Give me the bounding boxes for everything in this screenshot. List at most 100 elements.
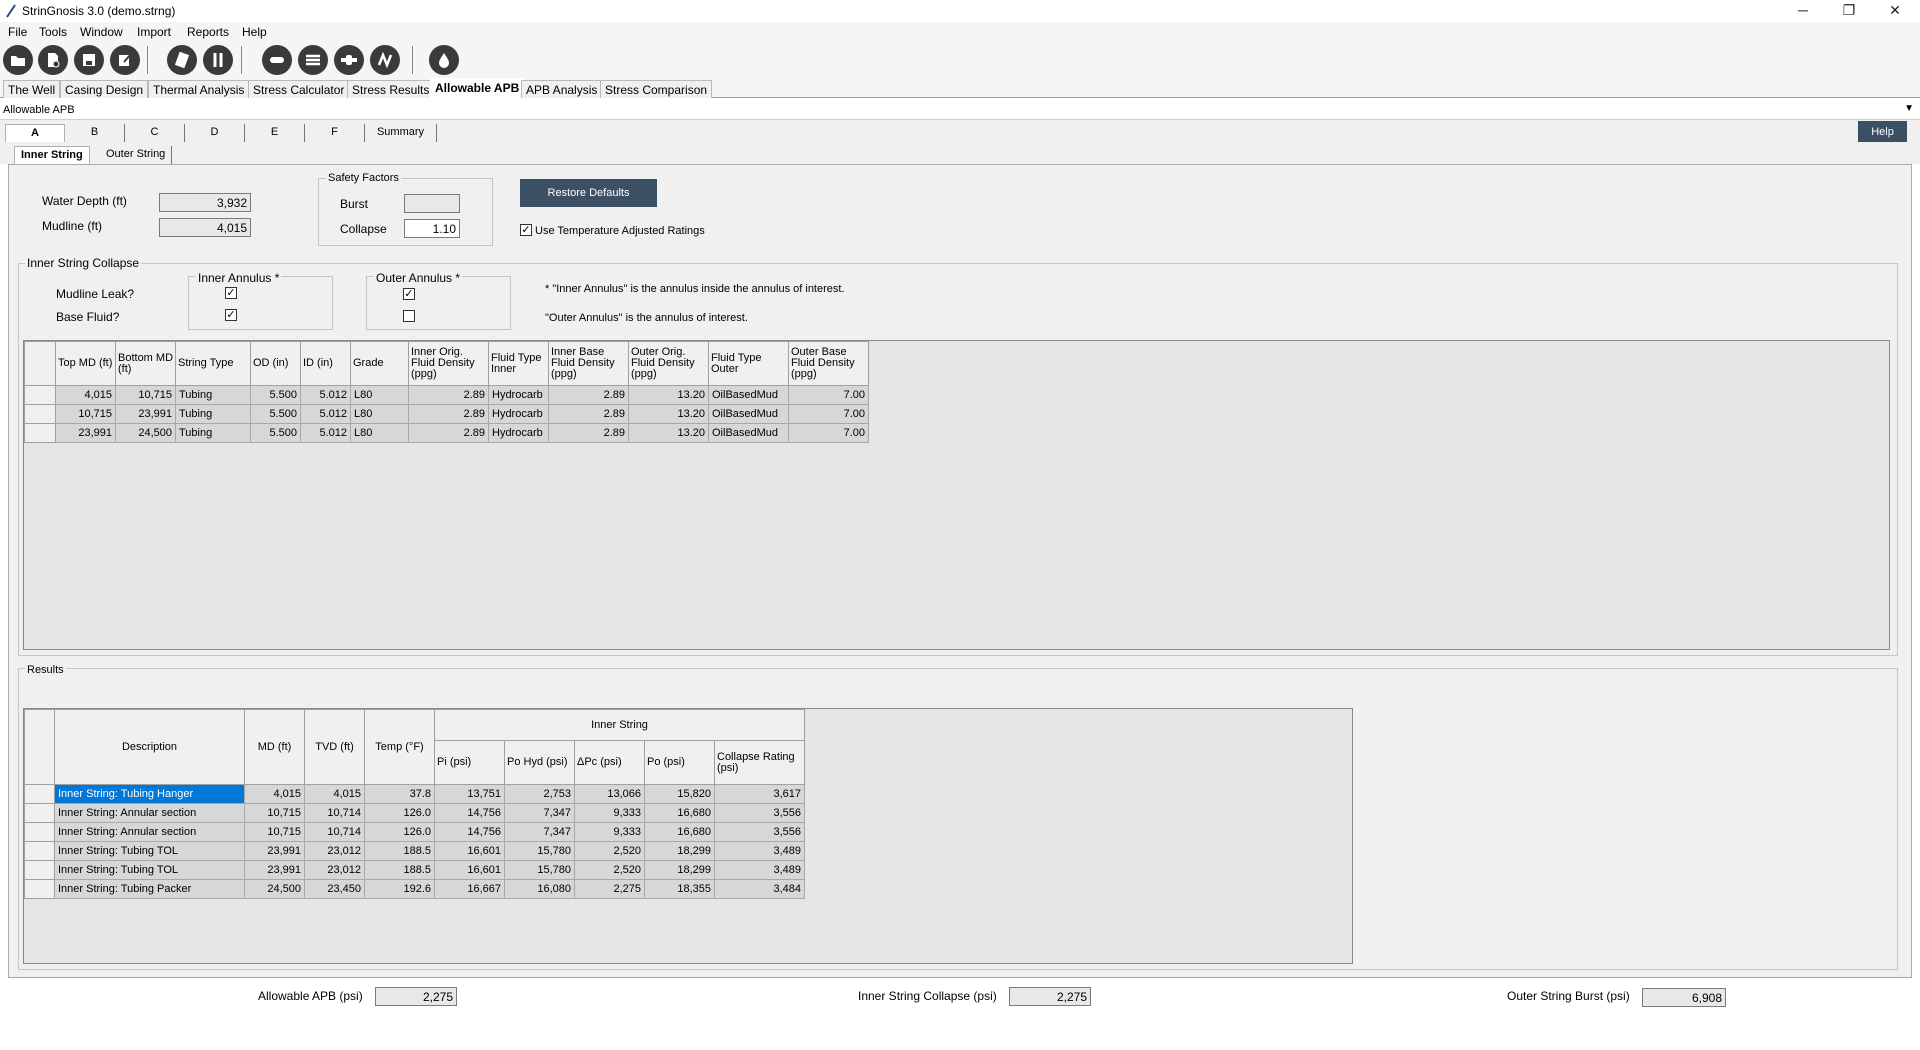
row-header[interactable] [24,860,55,880]
table-cell[interactable]: 14,756 [434,803,505,823]
column-header[interactable]: OD (in) [250,341,301,386]
column-header[interactable]: Fluid Type Outer [708,341,789,386]
outer-mudline-leak-checkbox[interactable]: ✓ [403,288,415,300]
table-cell[interactable]: 13.20 [628,385,709,405]
table-cell[interactable]: 24,500 [244,879,305,899]
column-header[interactable]: ID (in) [300,341,351,386]
tab-summary[interactable]: Summary [365,124,437,142]
table-cell[interactable]: 3,489 [714,860,805,880]
tab-stress-results[interactable]: Stress Results [347,80,435,98]
column-header[interactable]: Top MD (ft) [55,341,116,386]
table-cell[interactable]: 3,556 [714,803,805,823]
menu-help[interactable]: Help [242,25,267,39]
table-cell[interactable]: 4,015 [304,784,365,804]
table-cell[interactable]: 3,484 [714,879,805,899]
table-cell[interactable]: Inner String: Tubing TOL [54,860,245,880]
row-header[interactable] [24,385,56,405]
calculator-icon[interactable] [167,45,197,75]
column-header[interactable]: Outer Orig. Fluid Density (ppg) [628,341,709,386]
column-header[interactable]: Po (psi) [644,740,715,785]
results-table-row[interactable]: Inner String: Annular section 10,715 10,71… [24,822,805,842]
tab-outer-string[interactable]: Outer String [100,146,173,164]
tab-case-a[interactable]: A [5,124,65,142]
tab-casing-design[interactable]: Casing Design [60,80,149,98]
table-cell[interactable]: 23,991 [55,423,116,443]
table-cell[interactable]: 192.6 [364,879,435,899]
table-cell[interactable]: Inner String: Tubing TOL [54,841,245,861]
tab-stress-calculator[interactable]: Stress Calculator [248,80,350,98]
row-header[interactable] [24,841,55,861]
table-cell[interactable]: 3,617 [714,784,805,804]
drop-icon[interactable] [429,45,459,75]
table-cell[interactable]: 2,753 [504,784,575,804]
menu-window[interactable]: Window [80,25,123,39]
table-cell[interactable]: 2,520 [574,860,645,880]
tab-thermal-analysis[interactable]: Thermal Analysis [148,80,250,98]
restore-defaults-button[interactable]: Restore Defaults [520,179,657,207]
pipe-icon[interactable] [262,45,292,75]
results-table-row[interactable]: Inner String: Tubing TOL 23,991 23,012 188.… [24,860,805,880]
table-cell[interactable]: 2.89 [548,385,629,405]
column-header[interactable]: ΔPc (psi) [574,740,645,785]
row-header[interactable] [24,404,56,424]
table-cell[interactable]: 23,012 [304,860,365,880]
table-cell[interactable]: 13,751 [434,784,505,804]
table-cell[interactable]: 23,012 [304,841,365,861]
close-button[interactable]: ✕ [1872,0,1918,22]
tab-case-e[interactable]: E [245,124,305,142]
row-header[interactable] [24,803,55,823]
column-header[interactable]: TVD (ft) [304,709,365,785]
column-header[interactable]: Grade [350,341,409,386]
table-cell[interactable]: 5.012 [300,385,351,405]
table-cell[interactable]: 16,080 [504,879,575,899]
table-cell[interactable]: 7,347 [504,803,575,823]
spring-icon[interactable] [370,45,400,75]
strings-table-row[interactable]: 23,991 24,500 Tubing 5.500 5.012 L80 2.89 Hydro… [24,423,869,443]
table-cell[interactable]: Tubing [175,404,251,424]
table-cell[interactable]: 4,015 [55,385,116,405]
column-header[interactable]: MD (ft) [244,709,305,785]
table-cell[interactable]: 10,715 [55,404,116,424]
table-cell[interactable]: 16,680 [644,803,715,823]
column-header[interactable]: Pi (psi) [434,740,505,785]
results-table-row[interactable]: Inner String: Tubing TOL 23,991 23,012 188.… [24,841,805,861]
table-cell[interactable]: 7.00 [788,404,869,424]
table-cell[interactable]: 15,780 [504,860,575,880]
table-cell[interactable]: 18,299 [644,860,715,880]
table-cell[interactable]: 16,680 [644,822,715,842]
tab-case-c[interactable]: C [125,124,185,142]
table-cell[interactable]: 15,820 [644,784,715,804]
table-cell[interactable]: 10,714 [304,803,365,823]
tab-case-b[interactable]: B [65,124,125,142]
table-cell[interactable]: Hydrocarb [488,385,549,405]
table-cell[interactable]: 23,991 [244,860,305,880]
table-cell[interactable]: 24,500 [115,423,176,443]
row-header[interactable] [24,879,55,899]
table-cell[interactable]: 4,015 [244,784,305,804]
table-cell[interactable]: 10,715 [244,803,305,823]
table-cell[interactable]: 188.5 [364,841,435,861]
use-temperature-checkbox[interactable]: ✓ [520,224,532,236]
table-cell[interactable]: 126.0 [364,822,435,842]
row-header[interactable] [24,784,55,804]
inner-mudline-leak-checkbox[interactable]: ✓ [225,287,237,299]
table-cell[interactable]: L80 [350,404,409,424]
menu-reports[interactable]: Reports [187,25,229,39]
table-cell[interactable]: Hydrocarb [488,404,549,424]
table-cell[interactable]: 7.00 [788,423,869,443]
collapse-sf-input[interactable]: 1.10 [404,219,460,238]
tab-case-d[interactable]: D [185,124,245,142]
minimize-button[interactable]: ─ [1780,0,1826,22]
table-cell[interactable]: 16,601 [434,860,505,880]
restore-button[interactable]: ❐ [1826,0,1872,22]
table-cell[interactable]: 10,715 [244,822,305,842]
table-cell[interactable]: 3,556 [714,822,805,842]
table-cell[interactable]: 5.500 [250,404,301,424]
column-header[interactable]: Bottom MD (ft) [115,341,176,386]
table-cell[interactable]: 10,715 [115,385,176,405]
open-folder-icon[interactable] [3,45,33,75]
table-cell[interactable]: 7.00 [788,385,869,405]
table-cell[interactable]: 5.012 [300,404,351,424]
menu-file[interactable]: File [8,25,27,39]
column-header[interactable]: Temp (°F) [364,709,435,785]
